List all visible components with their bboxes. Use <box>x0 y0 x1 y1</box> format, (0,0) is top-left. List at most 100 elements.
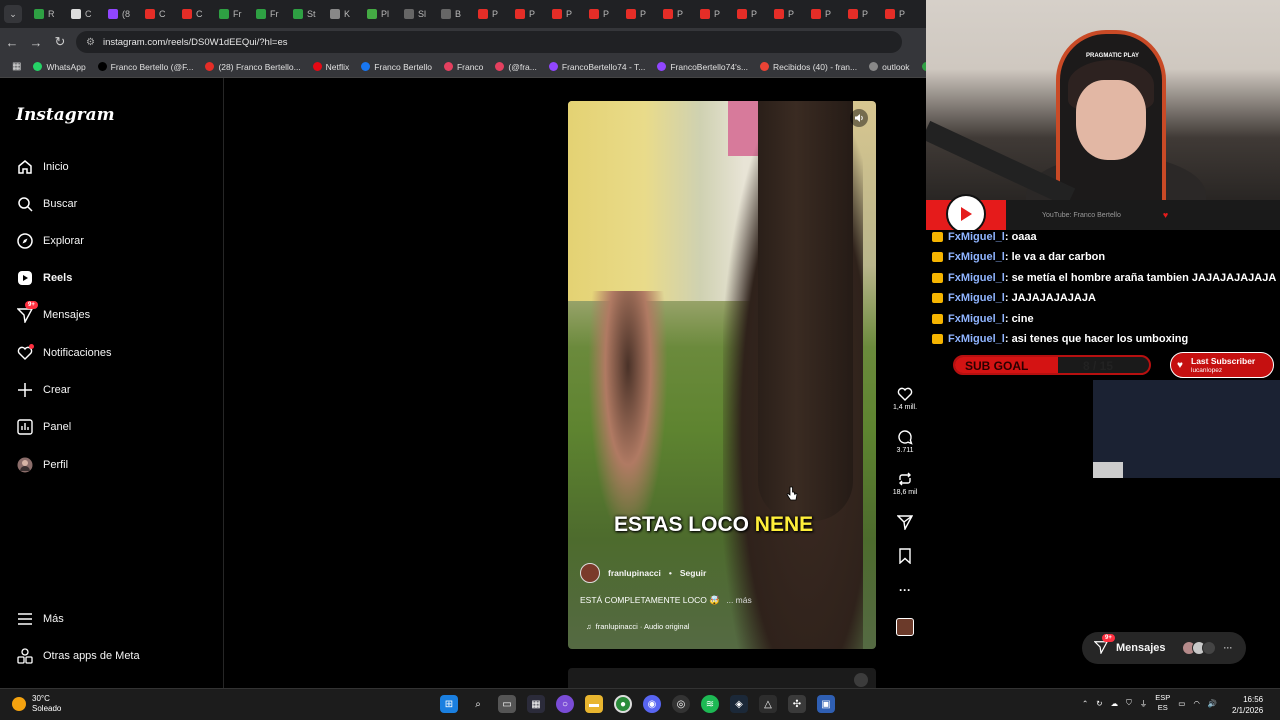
sidebar-item-mas[interactable]: Más <box>16 608 64 630</box>
author-avatar[interactable] <box>580 563 600 583</box>
spotify-icon[interactable]: ≋ <box>701 695 719 713</box>
bookmark-item[interactable]: Recibidos (40) - fran... <box>760 62 857 72</box>
sidebar-item-label: Panel <box>43 421 72 433</box>
reload-icon[interactable]: ↻ <box>48 34 72 50</box>
instagram-logo[interactable]: Instagram <box>16 105 115 125</box>
store-icon[interactable]: ▦ <box>527 695 545 713</box>
language-indicator[interactable]: ESP ES <box>1155 693 1170 713</box>
like-button[interactable]: 1,4 mill. <box>890 386 920 411</box>
browser-tab[interactable]: P <box>840 4 877 24</box>
more-link[interactable]: ... más <box>726 595 752 605</box>
obs-icon[interactable]: ◎ <box>672 695 690 713</box>
reel-video[interactable]: ESTAS LOCO NENE franlupinacci • Seguir E… <box>568 101 876 649</box>
back-icon[interactable]: ← <box>0 35 24 50</box>
browser-tab[interactable]: P <box>692 4 729 24</box>
url-bar[interactable]: ⚙ instagram.com/reels/DS0W1dEEQui/?hl=es <box>76 31 902 53</box>
bookmark-item[interactable]: Franco <box>443 62 483 72</box>
browser-tab[interactable]: Pl <box>359 4 396 24</box>
sidebar-item-perfil[interactable]: Perfil <box>16 454 68 476</box>
audio-thumbnail[interactable] <box>890 618 920 636</box>
clock[interactable]: 16:56 2/1/2026 <box>1232 694 1263 716</box>
menu-icon <box>16 611 33 628</box>
repost-button[interactable]: 18,6 mil <box>890 471 920 496</box>
browser-tab[interactable]: St <box>285 4 322 24</box>
browser-tab[interactable]: P <box>618 4 655 24</box>
bookmark-item[interactable]: FrancoBertello74 - T... <box>548 62 645 72</box>
chrome-icon[interactable]: ● <box>614 695 632 713</box>
browser-tab[interactable]: P <box>803 4 840 24</box>
drive-icon[interactable]: △ <box>759 695 777 713</box>
steam-icon[interactable]: ◈ <box>730 695 748 713</box>
task-view-icon[interactable]: ▭ <box>498 695 516 713</box>
volume-icon[interactable]: 🔊 <box>1208 699 1217 708</box>
browser-tab[interactable]: P <box>729 4 766 24</box>
browser-tab[interactable]: C <box>174 4 211 24</box>
tab-search-icon[interactable]: ⌄ <box>4 5 22 23</box>
more-options-icon[interactable]: ··· <box>890 583 920 597</box>
copilot-icon[interactable]: ○ <box>556 695 574 713</box>
browser-tab[interactable]: P <box>766 4 803 24</box>
sidebar-item-mensajes[interactable]: 9+ Mensajes <box>16 300 90 326</box>
wifi-icon[interactable]: ◠ <box>1193 699 1200 708</box>
browser-tab[interactable]: Fr <box>248 4 285 24</box>
sidebar-item-reels[interactable]: Reels <box>16 267 72 289</box>
browser-tab[interactable]: P <box>544 4 581 24</box>
browser-tab[interactable]: P <box>581 4 618 24</box>
comment-button[interactable]: 3.711 <box>890 429 920 454</box>
browser-tab[interactable]: P <box>507 4 544 24</box>
sidebar-item-panel[interactable]: Panel <box>16 416 71 438</box>
windows-start-icon[interactable]: ⊞ <box>440 695 458 713</box>
chevron-up-icon[interactable]: ⌃ <box>1082 699 1088 708</box>
sidebar-item-notificaciones[interactable]: Notificaciones <box>16 342 111 364</box>
browser-tab[interactable]: (8 <box>100 4 137 24</box>
browser-tab[interactable]: R <box>26 4 63 24</box>
browser-tab[interactable]: B <box>433 4 470 24</box>
bookmark-item[interactable]: Franco Bertello <box>361 62 432 72</box>
search-icon[interactable]: ⌕ <box>469 695 487 713</box>
browser-tab[interactable]: P <box>655 4 692 24</box>
mic-icon[interactable]: ⏚ <box>1140 698 1148 709</box>
bookmark-item[interactable]: Franco Bertello (@F... <box>97 62 193 72</box>
sync-icon[interactable]: ↻ <box>1096 699 1102 708</box>
bookmark-item[interactable]: Netflix <box>312 62 349 72</box>
sidebar-item-inicio[interactable]: Inicio <box>16 156 69 178</box>
bookmark-item[interactable]: FrancoBertello74's... <box>657 62 748 72</box>
next-reel-preview[interactable] <box>568 668 876 690</box>
share-button[interactable] <box>890 514 920 532</box>
sidebar-item-buscar[interactable]: Buscar <box>16 193 77 215</box>
browser-tab[interactable]: Fr <box>211 4 248 24</box>
browser-tab[interactable]: K <box>322 4 359 24</box>
file-explorer-icon[interactable]: ▬ <box>585 695 603 713</box>
volume-icon[interactable] <box>850 109 868 127</box>
display-icon[interactable]: ▭ <box>1178 699 1185 708</box>
browser-tab[interactable]: P <box>470 4 507 24</box>
network-icon[interactable]: ⛉ <box>1126 698 1132 708</box>
audio-link[interactable]: ♫ franlupinacci · Audio original <box>586 622 689 631</box>
tab-favicon-icon <box>256 9 266 19</box>
browser-tab[interactable]: Sl <box>396 4 433 24</box>
author-username[interactable]: franlupinacci <box>608 568 661 578</box>
sidebar-item-meta-apps[interactable]: Otras apps de Meta <box>16 645 140 667</box>
volume-icon[interactable] <box>854 673 868 687</box>
sidebar-item-crear[interactable]: Crear <box>16 379 71 401</box>
sidebar-item-explorar[interactable]: Explorar <box>16 230 84 252</box>
bookmark-item[interactable]: outlook <box>869 62 910 72</box>
bookmark-item[interactable]: (28) Franco Bertello... <box>205 62 301 72</box>
apps-icon[interactable]: ▦ <box>12 61 21 72</box>
settings-app-icon[interactable]: ✣ <box>788 695 806 713</box>
messages-pill[interactable]: 9+ Mensajes ··· <box>1082 632 1246 664</box>
browser-tab[interactable]: C <box>137 4 174 24</box>
browser-tab[interactable]: P <box>877 4 914 24</box>
forward-icon[interactable]: → <box>24 35 48 50</box>
bookmark-item[interactable]: WhatsApp <box>33 62 86 72</box>
browser-tab[interactable]: C <box>63 4 100 24</box>
cloud-icon[interactable]: ☁ <box>1111 699 1119 708</box>
window-icon[interactable]: ▣ <box>817 695 835 713</box>
discord-icon[interactable]: ◉ <box>643 695 661 713</box>
bookmark-item[interactable]: (@fra... <box>495 62 537 72</box>
follow-button[interactable]: Seguir <box>680 568 706 578</box>
weather-widget[interactable]: 30°C Soleado <box>12 694 61 714</box>
site-info-icon[interactable]: ⚙ <box>86 37 95 48</box>
save-button[interactable] <box>890 548 920 566</box>
chair-brand: PRAGMATIC PLAY <box>1086 53 1140 59</box>
